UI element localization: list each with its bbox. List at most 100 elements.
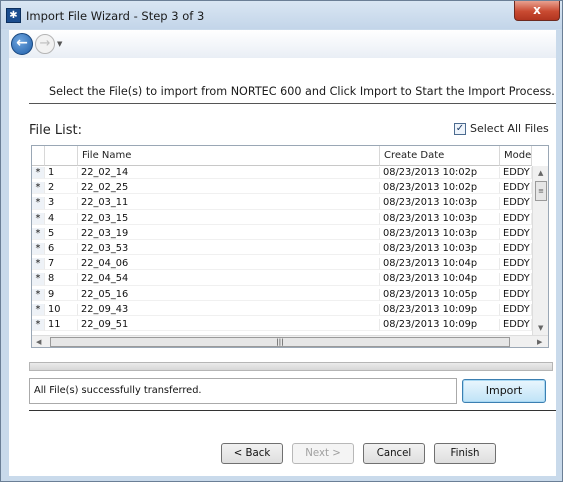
table-cell-date: 08/23/2013 10:02p (380, 167, 500, 180)
table-cell-marker: * (32, 319, 45, 332)
table-cell-marker: * (32, 197, 45, 210)
table-cell-num: 4 (45, 212, 78, 225)
horizontal-scrollbar[interactable]: ◀ ||| ▶ (32, 335, 548, 347)
table-row[interactable]: * 8 22_04_54 08/23/2013 10:04p EDDY (32, 273, 532, 286)
table-cell-date: 08/23/2013 10:09p (380, 319, 500, 332)
table-cell-name: 22_04_06 (78, 258, 380, 271)
table-cell-mode: EDDY (500, 212, 532, 225)
scroll-left-icon[interactable]: ◀ (36, 338, 41, 346)
table-cell-name: 22_02_14 (78, 167, 380, 180)
table-cell-marker: * (32, 182, 45, 195)
select-all-checkbox[interactable]: ✓ Select All Files (454, 122, 549, 135)
table-cell-num: 9 (45, 288, 78, 301)
wizard-window: ✱ Import File Wizard - Step 3 of 3 x ← →… (0, 0, 563, 482)
title-bar: ✱ Import File Wizard - Step 3 of 3 x (1, 1, 562, 29)
table-row[interactable]: * 4 22_03_15 08/23/2013 10:03p EDDY (32, 212, 532, 225)
vertical-scrollbar[interactable]: ▲ ≡ ▼ (532, 166, 548, 336)
instruction-text: Select the File(s) to import from NORTEC… (49, 85, 555, 98)
table-cell-marker: * (32, 227, 45, 241)
table-row[interactable]: * 5 22_03_19 08/23/2013 10:03p EDDY (32, 227, 532, 241)
divider (29, 103, 556, 104)
table-row[interactable]: * 6 22_03_53 08/23/2013 10:03p EDDY (32, 243, 532, 256)
table-cell-name: 22_03_15 (78, 212, 380, 225)
table-row[interactable]: * 10 22_09_43 08/23/2013 10:09p EDDY (32, 303, 532, 317)
finish-button[interactable]: Finish (434, 443, 496, 464)
table-cell-mode: EDDY (500, 182, 532, 195)
scroll-right-icon[interactable]: ▶ (537, 338, 542, 346)
vertical-scroll-thumb[interactable]: ≡ (535, 181, 547, 201)
table-cell-mode: EDDY (500, 319, 532, 332)
table-cell-num: 1 (45, 167, 78, 180)
table-cell-date: 08/23/2013 10:02p (380, 182, 500, 195)
wizard-content: Select the File(s) to import from NORTEC… (9, 58, 556, 476)
forward-arrow-icon[interactable]: → (35, 34, 55, 54)
back-arrow-icon[interactable]: ← (11, 33, 33, 55)
table-cell-num: 6 (45, 243, 78, 256)
table-cell-name: 22_09_51 (78, 319, 380, 332)
table-cell-mode: EDDY (500, 288, 532, 301)
table-cell-name: 22_05_16 (78, 288, 380, 301)
window-title: Import File Wizard - Step 3 of 3 (26, 9, 205, 23)
table-row[interactable]: * 3 22_03_11 08/23/2013 10:03p EDDY (32, 197, 532, 210)
app-icon: ✱ (6, 8, 21, 23)
table-cell-name: 22_02_25 (78, 182, 380, 195)
horizontal-scroll-thumb[interactable]: ||| (50, 337, 510, 347)
table-cell-date: 08/23/2013 10:03p (380, 197, 500, 210)
row-marker-header (32, 146, 45, 166)
table-cell-mode: EDDY (500, 167, 532, 180)
import-button[interactable]: Import (462, 379, 546, 403)
table-cell-num: 3 (45, 197, 78, 210)
scroll-up-icon[interactable]: ▲ (538, 169, 543, 177)
close-button[interactable]: x (514, 1, 560, 21)
table-cell-name: 22_09_43 (78, 303, 380, 317)
column-header-create-date[interactable]: Create Date (380, 146, 500, 166)
table-cell-name: 22_04_54 (78, 273, 380, 286)
table-row[interactable]: * 11 22_09_51 08/23/2013 10:09p EDDY (32, 319, 532, 332)
table-cell-mode: EDDY (500, 197, 532, 210)
cancel-button[interactable]: Cancel (363, 443, 425, 464)
table-cell-name: 22_03_19 (78, 227, 380, 241)
table-cell-date: 08/23/2013 10:03p (380, 243, 500, 256)
status-message: All File(s) successfully transferred. (29, 378, 457, 404)
chevron-down-icon[interactable]: ▼ (57, 40, 62, 48)
table-cell-date: 08/23/2013 10:04p (380, 258, 500, 271)
scroll-down-icon[interactable]: ▼ (538, 324, 543, 332)
table-cell-marker: * (32, 167, 45, 180)
table-cell-num: 10 (45, 303, 78, 317)
file-grid[interactable]: File Name Create Date Mode * 1 22_02_14 08/… (31, 145, 549, 348)
table-row[interactable]: * 2 22_02_25 08/23/2013 10:02p EDDY (32, 182, 532, 195)
progress-bar (29, 362, 553, 371)
table-cell-mode: EDDY (500, 227, 532, 241)
table-row[interactable]: * 9 22_05_16 08/23/2013 10:05p EDDY (32, 288, 532, 301)
table-row[interactable]: * 1 22_02_14 08/23/2013 10:02p EDDY (32, 167, 532, 180)
table-cell-mode: EDDY (500, 273, 532, 286)
table-cell-num: 2 (45, 182, 78, 195)
back-button[interactable]: < Back (221, 443, 283, 464)
table-cell-num: 8 (45, 273, 78, 286)
table-cell-date: 08/23/2013 10:03p (380, 212, 500, 225)
file-list-label: File List: (29, 123, 82, 138)
table-cell-marker: * (32, 303, 45, 317)
table-cell-mode: EDDY (500, 243, 532, 256)
table-cell-marker: * (32, 273, 45, 286)
divider (29, 410, 556, 411)
column-header-file-name[interactable]: File Name (78, 146, 380, 166)
table-cell-date: 08/23/2013 10:04p (380, 273, 500, 286)
table-cell-date: 08/23/2013 10:09p (380, 303, 500, 317)
table-cell-marker: * (32, 243, 45, 256)
table-cell-marker: * (32, 212, 45, 225)
select-all-label: Select All Files (470, 122, 549, 135)
table-cell-name: 22_03_11 (78, 197, 380, 210)
table-cell-mode: EDDY (500, 258, 532, 271)
next-button[interactable]: Next > (292, 443, 354, 464)
table-cell-num: 7 (45, 258, 78, 271)
table-cell-date: 08/23/2013 10:03p (380, 227, 500, 241)
row-number-header (45, 146, 78, 166)
checkbox-checked-icon[interactable]: ✓ (454, 122, 466, 135)
table-cell-marker: * (32, 288, 45, 301)
table-cell-num: 11 (45, 319, 78, 332)
table-cell-mode: EDDY (500, 303, 532, 317)
table-row[interactable]: * 7 22_04_06 08/23/2013 10:04p EDDY (32, 258, 532, 271)
navigation-bar: ← → ▼ (9, 30, 556, 58)
column-header-mode[interactable]: Mode (500, 146, 532, 166)
